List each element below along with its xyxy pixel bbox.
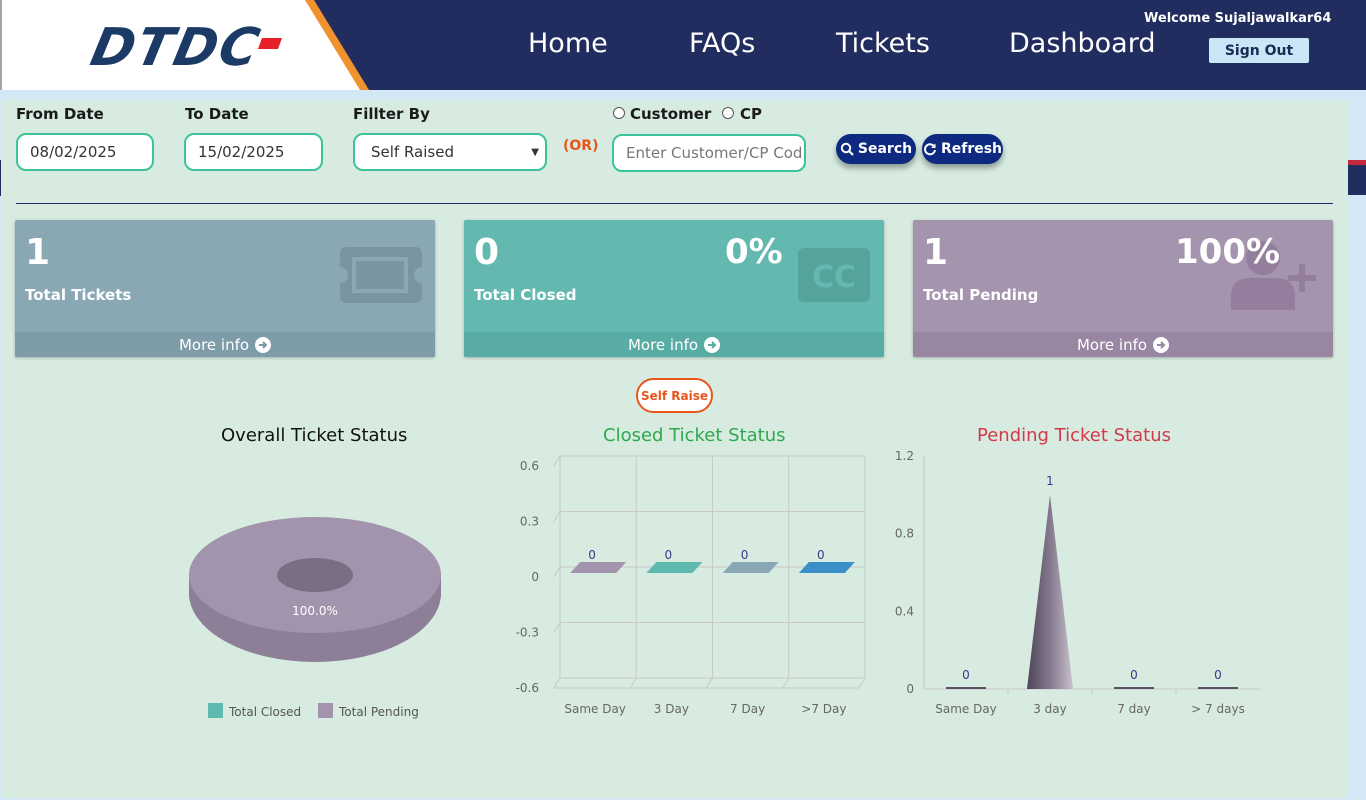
closed-y-tick-label: -0.3	[516, 626, 539, 640]
closed-x-tick-label: Same Day	[564, 702, 626, 716]
pending-chart-grid	[923, 456, 1260, 694]
legend-item-total-pending[interactable]: Total Pending	[338, 705, 419, 719]
closed-grid-side-line	[553, 622, 561, 633]
pending-bar-data-label: 0	[962, 668, 970, 682]
closed-grid-floor-line	[706, 677, 713, 689]
nav-home[interactable]: Home	[528, 28, 608, 59]
pending-y-tick-label: 1.2	[895, 449, 914, 463]
pending-bar-1	[1027, 494, 1073, 689]
pending-x-tick-label: 3 day	[1033, 702, 1067, 716]
logo-area: DTDC	[0, 0, 369, 90]
nav-faqs[interactable]: FAQs	[689, 28, 755, 59]
pending-y-tick-label: 0	[906, 682, 914, 696]
pending-x-tick-label: 7 day	[1117, 702, 1151, 716]
welcome-text: Welcome Sujaljawalkar64	[1144, 11, 1332, 26]
pending-x-tick-label: > 7 days	[1191, 702, 1245, 716]
edge-accent-blue	[1348, 165, 1366, 195]
closed-x-tick-label: 3 Day	[654, 702, 689, 716]
closed-bar-data-label: 0	[665, 548, 673, 562]
closed-x-tick-label: >7 Day	[801, 702, 846, 716]
pending-chart-x-ticks: Same Day 3 day 7 day > 7 days	[935, 702, 1245, 716]
pending-ticket-bar-chart: 1.2 0.8 0.4 0 0 1 0 0 Same Day 3 day 7 day > 7 da…	[895, 449, 1260, 716]
closed-grid-side-line	[553, 677, 561, 689]
closed-grid-side-line	[553, 566, 561, 578]
logo-red-mark	[257, 38, 283, 49]
pending-bar-data-label: 0	[1214, 668, 1222, 682]
legend-swatch-pending	[318, 703, 333, 718]
closed-chart-x-ticks: Same Day 3 Day 7 Day >7 Day	[564, 702, 846, 716]
closed-grid-floor-line	[782, 677, 790, 689]
pending-y-tick-label: 0.8	[895, 527, 914, 541]
sign-out-button[interactable]: Sign Out	[1209, 38, 1309, 63]
pending-bar-data-label: 0	[1130, 668, 1138, 682]
pending-chart-y-ticks: 1.2 0.8 0.4 0	[895, 449, 914, 696]
overall-chart-legend: Total Closed Total Pending	[208, 703, 419, 719]
closed-y-tick-label: 0.6	[520, 459, 539, 473]
pie-data-label: 100.0%	[292, 604, 338, 618]
closed-bar-data-label: 0	[588, 548, 596, 562]
closed-bar-2	[722, 562, 779, 573]
legend-item-total-closed[interactable]: Total Closed	[228, 705, 301, 719]
dashboard-panel: From Date 08/02/2025 To Date 15/02/2025 …	[1, 100, 1348, 798]
nav-dashboard[interactable]: Dashboard	[1009, 28, 1155, 59]
overall-ticket-donut: 100.0%	[189, 517, 441, 662]
closed-bar-data-label: 0	[817, 548, 825, 562]
pending-chart-bars: 0 1 0 0	[946, 474, 1238, 689]
closed-y-tick-label: 0.3	[520, 515, 539, 529]
closed-bar-3	[798, 562, 855, 573]
closed-x-tick-label: 7 Day	[730, 702, 765, 716]
top-header: DTDC Home FAQs Tickets Dashboard Welcome…	[0, 0, 1366, 90]
closed-y-tick-label: -0.6	[516, 681, 539, 695]
pending-x-tick-label: Same Day	[935, 702, 997, 716]
closed-chart-y-ticks: 0.6 0.3 0 -0.3 -0.6	[516, 459, 539, 695]
closed-bar-0	[570, 562, 627, 573]
donut-hole	[277, 558, 353, 592]
nav-tickets[interactable]: Tickets	[836, 28, 930, 59]
pending-bar-data-label: 1	[1046, 474, 1054, 488]
legend-swatch-closed	[208, 703, 223, 718]
closed-bar-1	[646, 562, 703, 573]
dtdc-logo[interactable]: DTDC	[86, 18, 267, 78]
closed-grid-side-line	[553, 455, 561, 467]
closed-grid-side-line	[553, 511, 561, 522]
closed-bar-data-label: 0	[741, 548, 749, 562]
charts-canvas: 100.0% Total Closed Total Pending 0.6 0.3…	[189, 449, 1260, 719]
closed-ticket-bar-chart: 0.6 0.3 0 -0.3 -0.6 0 0 0 0 Same Day 3 Day 7 Day >…	[516, 455, 866, 716]
pending-y-tick-label: 0.4	[895, 604, 914, 618]
closed-y-tick-label: 0	[531, 570, 539, 584]
closed-grid-floor-line	[629, 677, 637, 689]
closed-grid-floor-line	[858, 677, 866, 689]
